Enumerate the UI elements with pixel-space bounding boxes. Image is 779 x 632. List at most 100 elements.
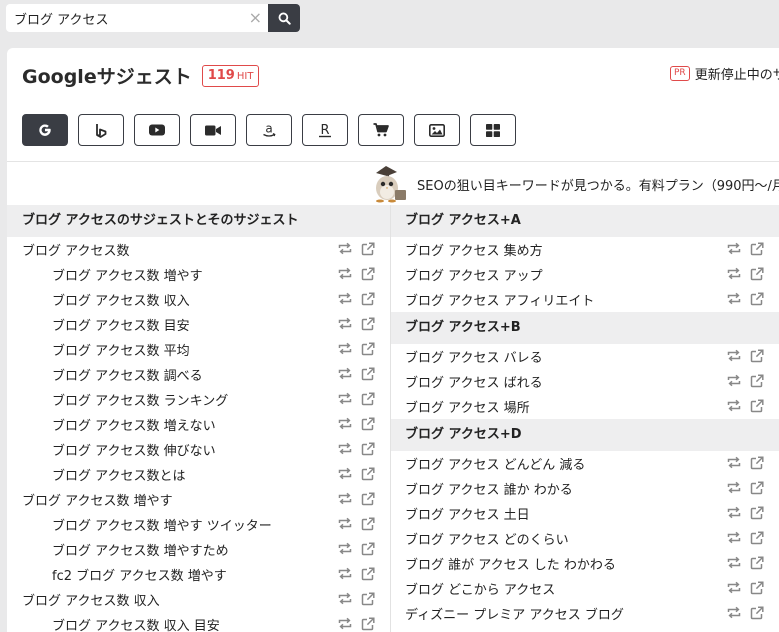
suggestion-text[interactable]: ブログ アクセス数 増えない — [52, 415, 216, 434]
suggestion-text[interactable]: ブログ アクセス数 — [22, 240, 129, 259]
external-link-icon[interactable] — [750, 481, 764, 495]
suggestion-row[interactable]: ディズニー プレミア アクセス ブログ — [391, 601, 779, 626]
external-link-icon[interactable] — [750, 374, 764, 388]
external-link-icon[interactable] — [361, 442, 375, 456]
promo-banner[interactable]: SEOの狙い目キーワードが見つかる。有料プラン（990円〜/月 — [367, 164, 779, 204]
resuggest-icon[interactable] — [338, 367, 352, 381]
suggestion-text[interactable]: ブログ アクセス どんどん 減る — [405, 454, 585, 473]
external-link-icon[interactable] — [750, 581, 764, 595]
suggestion-text[interactable]: ブログ アクセス数 ランキング — [52, 390, 228, 409]
suggestion-row[interactable]: ブログ アクセス 場所 — [391, 394, 779, 419]
clear-search-icon[interactable]: × — [249, 8, 262, 28]
external-link-icon[interactable] — [361, 317, 375, 331]
sub-suggestion-row[interactable]: fc2 ブログ アクセス数 増やす — [7, 562, 390, 587]
suggestion-row[interactable]: ブログ アクセス数 — [7, 237, 390, 262]
suggestion-row[interactable]: ブログ アクセス どんどん 減る — [391, 451, 779, 476]
suggestion-text[interactable]: ブログ アクセス数 平均 — [52, 340, 190, 359]
external-link-icon[interactable] — [361, 567, 375, 581]
resuggest-icon[interactable] — [338, 417, 352, 431]
tab-video[interactable] — [190, 114, 236, 146]
external-link-icon[interactable] — [750, 556, 764, 570]
resuggest-icon[interactable] — [727, 531, 741, 545]
sub-suggestion-row[interactable]: ブログ アクセス数 調べる — [7, 362, 390, 387]
sub-suggestion-row[interactable]: ブログ アクセス数 増やすため — [7, 537, 390, 562]
sub-suggestion-row[interactable]: ブログ アクセス数 平均 — [7, 337, 390, 362]
tab-bing[interactable] — [78, 114, 124, 146]
suggestion-text[interactable]: ブログ アクセス数 調べる — [52, 365, 203, 384]
suggestion-text[interactable]: ブログ アクセス数 増やす — [52, 265, 203, 284]
tab-google[interactable] — [22, 114, 68, 146]
resuggest-icon[interactable] — [338, 442, 352, 456]
resuggest-icon[interactable] — [727, 399, 741, 413]
suggestion-text[interactable]: ブログ アクセス数 収入 — [52, 290, 190, 309]
external-link-icon[interactable] — [750, 531, 764, 545]
sub-suggestion-row[interactable]: ブログ アクセス数 収入 — [7, 287, 390, 312]
suggestion-text[interactable]: ブログ アクセス どのくらい — [405, 529, 569, 548]
resuggest-icon[interactable] — [338, 342, 352, 356]
pr-notice[interactable]: PR 更新停止中のサ — [670, 64, 779, 83]
resuggest-icon[interactable] — [727, 292, 741, 306]
suggestion-row[interactable]: ブログ アクセス数 収入 — [7, 587, 390, 612]
external-link-icon[interactable] — [750, 242, 764, 256]
suggestion-text[interactable]: ブログ アクセス数 増やすため — [52, 540, 229, 559]
sub-suggestion-row[interactable]: ブログ アクセス数 増やす — [7, 262, 390, 287]
suggestion-text[interactable]: ブログ アクセス数とは — [52, 465, 185, 484]
resuggest-icon[interactable] — [727, 349, 741, 363]
sub-suggestion-row[interactable]: ブログ アクセス数 収入 目安 — [7, 612, 390, 632]
suggestion-text[interactable]: ブログ アクセス数 目安 — [52, 315, 190, 334]
resuggest-icon[interactable] — [727, 374, 741, 388]
suggestion-text[interactable]: ブログ アクセス 土日 — [405, 504, 530, 523]
resuggest-icon[interactable] — [727, 456, 741, 470]
suggestion-text[interactable]: ブログ アクセス数 収入 — [22, 590, 160, 609]
suggestion-text[interactable]: ブログ 誰が アクセス した わかわる — [405, 554, 616, 573]
resuggest-icon[interactable] — [338, 517, 352, 531]
resuggest-icon[interactable] — [338, 317, 352, 331]
external-link-icon[interactable] — [361, 392, 375, 406]
sub-suggestion-row[interactable]: ブログ アクセス数 増やす ツイッター — [7, 512, 390, 537]
external-link-icon[interactable] — [361, 367, 375, 381]
suggestion-text[interactable]: ブログ アクセス 場所 — [405, 397, 530, 416]
tab-shopping[interactable] — [358, 114, 404, 146]
external-link-icon[interactable] — [750, 399, 764, 413]
resuggest-icon[interactable] — [338, 592, 352, 606]
tab-all[interactable] — [470, 114, 516, 146]
external-link-icon[interactable] — [361, 417, 375, 431]
resuggest-icon[interactable] — [727, 242, 741, 256]
suggestion-text[interactable]: ディズニー プレミア アクセス ブログ — [405, 604, 624, 623]
external-link-icon[interactable] — [361, 242, 375, 256]
suggestion-text[interactable]: ブログ アクセス アップ — [405, 265, 543, 284]
suggestion-text[interactable]: ブログ アクセス アフィリエイト — [405, 290, 594, 309]
resuggest-icon[interactable] — [338, 292, 352, 306]
resuggest-icon[interactable] — [727, 506, 741, 520]
resuggest-icon[interactable] — [727, 581, 741, 595]
suggestion-row[interactable]: ブログ アクセス 誰か わかる — [391, 476, 779, 501]
tab-amazon[interactable]: a — [246, 114, 292, 146]
resuggest-icon[interactable] — [727, 481, 741, 495]
suggestion-row[interactable]: ブログ アクセス ばれる — [391, 369, 779, 394]
suggestion-text[interactable]: fc2 ブログ アクセス数 増やす — [52, 565, 227, 584]
suggestion-row[interactable]: ブログ どこから アクセス — [391, 576, 779, 601]
tab-rakuten[interactable]: R — [302, 114, 348, 146]
suggestion-row[interactable]: ブログ アクセス数 増やす — [7, 487, 390, 512]
resuggest-icon[interactable] — [338, 617, 352, 631]
suggestion-text[interactable]: ブログ アクセス ばれる — [405, 372, 543, 391]
external-link-icon[interactable] — [750, 349, 764, 363]
external-link-icon[interactable] — [750, 506, 764, 520]
suggestion-row[interactable]: ブログ 誰が アクセス した わかわる — [391, 551, 779, 576]
external-link-icon[interactable] — [750, 292, 764, 306]
tab-image[interactable] — [414, 114, 460, 146]
external-link-icon[interactable] — [750, 456, 764, 470]
external-link-icon[interactable] — [361, 292, 375, 306]
external-link-icon[interactable] — [750, 606, 764, 620]
external-link-icon[interactable] — [361, 617, 375, 631]
resuggest-icon[interactable] — [338, 242, 352, 256]
suggestion-row[interactable]: ブログ アクセス どのくらい — [391, 526, 779, 551]
suggestion-row[interactable]: ブログ アクセス アップ — [391, 262, 779, 287]
external-link-icon[interactable] — [361, 467, 375, 481]
search-input[interactable] — [6, 4, 268, 32]
sub-suggestion-row[interactable]: ブログ アクセス数 ランキング — [7, 387, 390, 412]
sub-suggestion-row[interactable]: ブログ アクセス数 増えない — [7, 412, 390, 437]
resuggest-icon[interactable] — [727, 267, 741, 281]
external-link-icon[interactable] — [361, 542, 375, 556]
resuggest-icon[interactable] — [338, 392, 352, 406]
